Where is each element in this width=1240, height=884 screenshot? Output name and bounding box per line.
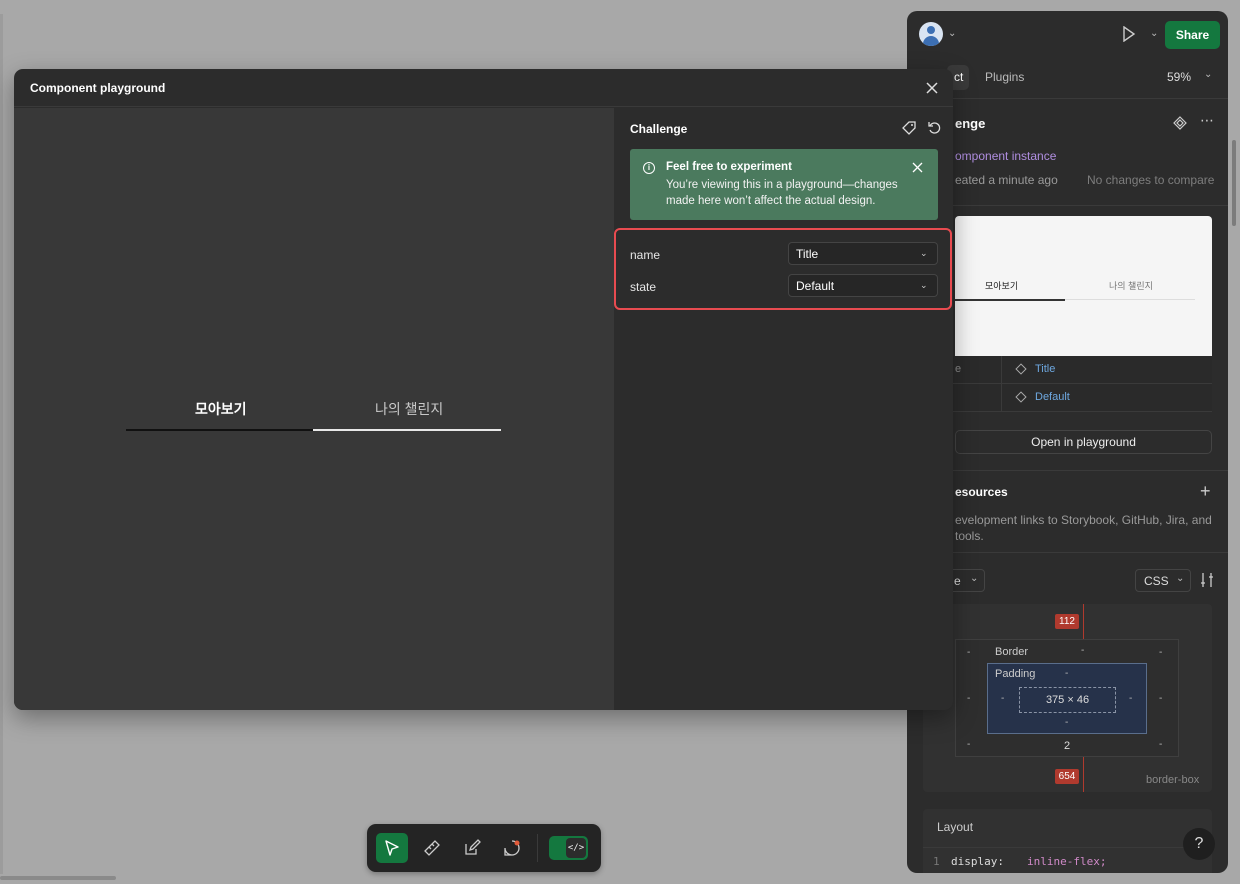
state-select[interactable]: Default ⌄ [788, 274, 938, 297]
resources-title: esources [955, 485, 1008, 499]
bottom-toolbar: </> [367, 824, 601, 872]
chevron-down-icon[interactable]: ⌄ [948, 28, 956, 39]
prop-state-label: state [630, 280, 657, 294]
add-icon[interactable]: + [1200, 481, 1211, 502]
code-line-number: 1 [933, 855, 940, 868]
settings-sliders-icon[interactable] [1200, 572, 1214, 588]
variant-icon [1015, 363, 1027, 375]
notice-text: You’re viewing this in a playground—chan… [666, 179, 898, 207]
preview-tab-label: 모아보기 [985, 281, 1019, 291]
play-icon[interactable] [1122, 26, 1136, 42]
playground-notice: i Feel free to experiment You’re viewing… [630, 149, 938, 220]
margin-top-value[interactable]: 112 [1055, 614, 1079, 629]
code-property: display: [951, 855, 1004, 868]
notice-title: Feel free to experiment [666, 161, 792, 173]
reset-icon[interactable] [927, 121, 941, 135]
preview-canvas: 모아보기 나의 챌린지 [14, 108, 614, 710]
panel-scrollbar[interactable] [1232, 140, 1236, 226]
content-size[interactable]: 375 × 46 [1019, 687, 1116, 713]
component-type[interactable]: omponent instance [955, 149, 1056, 163]
dev-mode-toggle[interactable]: </> [549, 836, 588, 860]
component-preview: 모아보기 나의 챌린지 [955, 216, 1212, 356]
more-icon[interactable]: ⋯ [1200, 112, 1214, 129]
cursor-icon [385, 840, 399, 856]
compare-status: No changes to compare [1087, 173, 1215, 187]
zoom-level[interactable]: 59% [1167, 70, 1191, 84]
chevron-down-icon[interactable]: ⌄ [1204, 69, 1212, 80]
edit-icon [465, 839, 481, 855]
inspector-topbar: ⌄ ⌄ Share [907, 11, 1228, 57]
resources-text: tools. [955, 529, 984, 543]
inspector-panel: ⌄ ⌄ Share ct Plugins 59% ⌄ enge ⋯ ompone… [907, 11, 1228, 873]
inspector-tabs: ct Plugins 59% ⌄ [907, 57, 1228, 99]
tab-indicator-inactive [313, 429, 501, 431]
padding-label: Padding [995, 668, 1036, 680]
language-select[interactable]: CSS ⌄ [1135, 569, 1191, 592]
name-select[interactable]: Title ⌄ [788, 242, 938, 265]
canvas-edge [0, 14, 3, 874]
component-icon[interactable] [1173, 116, 1187, 130]
dialog-header: Component playground [14, 69, 953, 107]
info-icon: i [643, 162, 655, 174]
created-time: eated a minute ago [955, 173, 1058, 187]
box-sizing-label: border-box [1146, 774, 1200, 786]
comment-tool[interactable] [496, 833, 528, 863]
horizontal-scrollbar[interactable] [0, 876, 116, 880]
dialog-title: Component playground [30, 81, 166, 95]
layout-title: Layout [937, 820, 974, 834]
margin-bottom-value[interactable]: 654 [1055, 769, 1079, 784]
preview-tab-overview[interactable]: 모아보기 [195, 399, 247, 419]
chevron-down-icon: ⌄ [920, 280, 928, 290]
component-title: Challenge [630, 122, 688, 136]
layout-section: Layout 1 display: inline-flex; [923, 809, 1212, 873]
annotate-tool[interactable] [456, 833, 488, 863]
measure-tool[interactable] [416, 833, 448, 863]
preview-tab-my-challenge[interactable]: 나의 챌린지 [375, 399, 443, 419]
variant-icon [1015, 391, 1027, 403]
comment-icon [504, 840, 520, 856]
tab-plugins[interactable]: Plugins [985, 70, 1024, 84]
component-playground-dialog: Component playground 모아보기 나의 챌린지 Challen… [14, 69, 953, 710]
help-button[interactable]: ? [1183, 828, 1215, 860]
user-avatar[interactable] [919, 22, 943, 46]
highlighted-props: name Title ⌄ state Default ⌄ [614, 228, 952, 310]
chevron-down-icon: ⌄ [920, 248, 928, 258]
playground-properties: Challenge i Feel free to experiment You’… [614, 108, 953, 710]
prop-name-label: name [630, 248, 661, 262]
tag-icon[interactable] [902, 121, 916, 135]
border-label: Border [995, 646, 1029, 658]
tab-indicator-active [126, 429, 313, 431]
preview-tab-label: 나의 챌린지 [1109, 281, 1153, 291]
close-icon[interactable] [924, 80, 940, 96]
ruler-icon [424, 840, 440, 856]
box-model: 112 Border - - - - - - - Padding - - - -… [923, 604, 1212, 792]
tab-inspect[interactable]: ct [954, 70, 963, 84]
close-icon[interactable] [912, 162, 923, 173]
move-tool[interactable] [376, 833, 408, 863]
component-name: enge [955, 116, 986, 131]
share-button[interactable]: Share [1165, 21, 1220, 49]
resources-text: evelopment links to Storybook, GitHub, J… [955, 513, 1212, 527]
code-value: inline-flex; [1027, 855, 1107, 868]
open-in-playground-button[interactable]: Open in playground [955, 430, 1212, 454]
code-icon: </> [566, 838, 586, 858]
chevron-down-icon[interactable]: ⌄ [1150, 28, 1158, 39]
border-bottom-value[interactable]: 2 [1064, 740, 1070, 752]
